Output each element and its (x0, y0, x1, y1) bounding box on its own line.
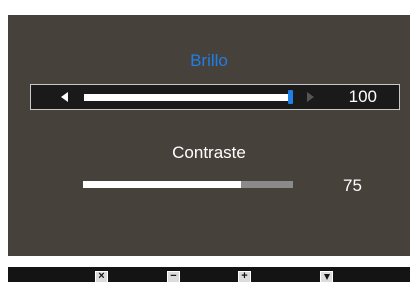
contrast-slider-fill (83, 181, 241, 188)
right-arrow-icon[interactable] (307, 92, 314, 102)
plus-icon[interactable]: + (238, 271, 251, 282)
contrast-label: Contraste (172, 143, 246, 162)
button-guide-bar: × − + (8, 267, 410, 282)
brightness-label: Brillo (190, 51, 228, 70)
down-triangle-icon[interactable] (320, 271, 333, 282)
brightness-slider-thumb[interactable] (288, 90, 293, 104)
brightness-value: 100 (348, 87, 377, 106)
left-arrow-icon[interactable] (61, 92, 68, 102)
contrast-slider[interactable] (83, 181, 293, 188)
osd-panel: Brillo 100 Contraste 75 (8, 15, 410, 256)
brightness-slider-fill (84, 94, 291, 101)
brightness-slider[interactable] (84, 94, 291, 101)
minus-icon[interactable]: − (167, 271, 180, 282)
close-icon[interactable]: × (95, 271, 108, 282)
brightness-row[interactable]: 100 (30, 84, 400, 110)
contrast-value: 75 (343, 176, 362, 195)
